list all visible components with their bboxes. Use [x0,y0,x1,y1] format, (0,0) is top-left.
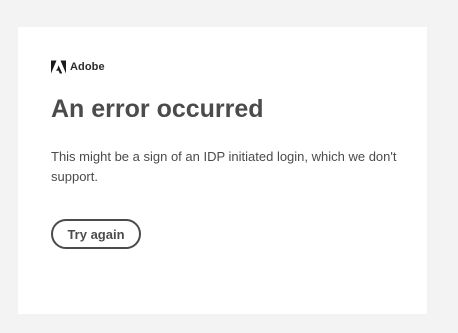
error-message: This might be a sign of an IDP initiated… [51,149,397,184]
error-title: An error occurred [51,95,264,123]
error-card: Adobe An error occurred This might be a … [18,27,427,314]
try-again-button[interactable]: Try again [51,219,141,249]
brand: Adobe [51,60,105,74]
adobe-logo-icon [51,60,66,74]
brand-name: Adobe [70,61,105,73]
